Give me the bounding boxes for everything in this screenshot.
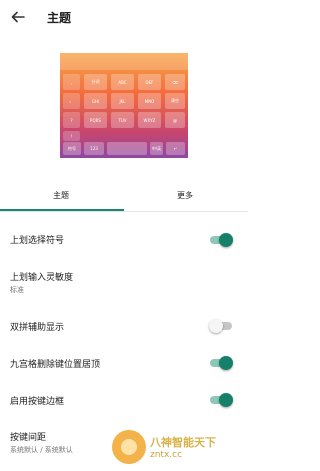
preview-key: ABC [111, 74, 134, 90]
setting-row-shuangpin-hint[interactable]: 双拼辅助显示 [0, 316, 248, 338]
divider [0, 211, 248, 212]
setting-label: 上划选择符号 [10, 236, 65, 246]
setting-label: 启用按键边框 [10, 397, 65, 407]
setting-sub: 标准 [10, 286, 24, 294]
preview-side-key: 。 [63, 93, 80, 109]
preview-key: 中/英 [150, 142, 163, 155]
toggle-thumb [209, 319, 223, 333]
preview-key: ↵ [166, 142, 185, 155]
setting-row-delete-top[interactable]: 九宫格删除键位置居顶 [0, 353, 248, 375]
preview-key: @ [165, 112, 185, 128]
toggle-thumb [219, 393, 233, 407]
app-bar: 主题 [0, 0, 248, 36]
setting-label: 上划输入灵敏度 [10, 273, 74, 283]
preview-key: WXYZ [138, 112, 161, 128]
preview-key: PQRS [84, 112, 107, 128]
preview-key: GHI [84, 93, 107, 109]
preview-key: JKL [111, 93, 134, 109]
preview-key: ⌫ [165, 74, 185, 90]
preview-side-key: ? [63, 112, 80, 128]
theme-preview[interactable]: , 。 ? ! 分词 ABC DEF ⌫ GHI JKL MNO 清空 PQRS… [60, 53, 188, 158]
preview-key: 清空 [165, 93, 185, 109]
toggle-delete-top[interactable] [209, 356, 233, 370]
preview-key: 123 [84, 142, 104, 155]
setting-label: 九宫格删除键位置居顶 [10, 360, 101, 370]
watermark-name: 八神智能天下 [150, 435, 216, 449]
toggle-thumb [219, 356, 233, 370]
watermark-text: 八神智能天下 zntx.cc [150, 434, 216, 460]
arrow-left-icon[interactable] [10, 9, 26, 25]
preview-key: 符号 [63, 142, 81, 155]
setting-row-swipe-symbol[interactable]: 上划选择符号 [0, 229, 248, 251]
setting-label: 双拼辅助显示 [10, 323, 65, 333]
watermark-url: zntx.cc [150, 449, 183, 460]
preview-key: MNO [138, 93, 161, 109]
tab-more[interactable]: 更多 [177, 190, 193, 201]
watermark-logo-icon [112, 429, 146, 464]
toggle-key-border[interactable] [209, 393, 233, 407]
preview-key: DEF [138, 74, 161, 90]
setting-row-swipe-sensitivity[interactable]: 上划输入灵敏度 标准 [0, 266, 248, 298]
preview-key: TUV [111, 112, 134, 128]
preview-side-key: ! [63, 131, 80, 141]
preview-space-key [107, 142, 147, 155]
tab-bar: 主题 更多 [0, 184, 248, 212]
watermark: 八神智能天下 zntx.cc [108, 422, 248, 471]
setting-row-key-border[interactable]: 启用按键边框 [0, 390, 248, 412]
preview-key: 分词 [84, 74, 107, 90]
preview-side-key: , [63, 74, 80, 90]
page-title: 主题 [47, 11, 72, 25]
toggle-shuangpin-hint[interactable] [209, 319, 233, 333]
setting-sub: 系统默认 / 系统默认 [10, 446, 73, 454]
setting-label: 按键间距 [10, 433, 47, 443]
toggle-swipe-symbol[interactable] [209, 233, 233, 247]
preview-candidate-bar [60, 53, 188, 70]
toggle-thumb [219, 233, 233, 247]
tab-theme[interactable]: 主题 [53, 190, 69, 201]
